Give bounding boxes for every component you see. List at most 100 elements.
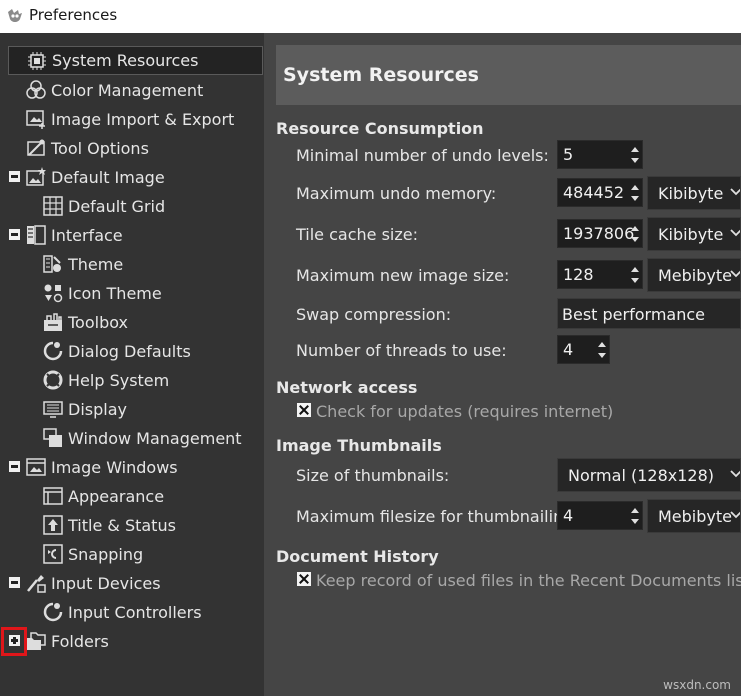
collapse-default-image-toggle[interactable] <box>9 171 20 182</box>
sidebar-item-label: Title & Status <box>68 515 176 535</box>
max-image-size-label: Maximum new image size: <box>296 266 510 285</box>
image-import-icon <box>26 110 45 129</box>
check-updates-label[interactable]: Check for updates (requires internet) <box>316 402 613 421</box>
decrement-arrow-icon[interactable] <box>631 237 639 242</box>
decrement-arrow-icon[interactable] <box>598 353 606 358</box>
chevron-down-icon <box>730 188 740 196</box>
tile-cache-value[interactable]: 1937806 <box>563 224 634 243</box>
display-icon <box>43 401 63 418</box>
sidebar-item-folders[interactable]: Folders <box>25 627 109 655</box>
collapse-input-devices-toggle[interactable] <box>9 577 20 588</box>
sidebar-item-appearance[interactable]: Appearance <box>42 482 164 510</box>
decrement-arrow-icon[interactable] <box>631 196 639 201</box>
tool-options-icon <box>27 139 45 156</box>
swap-compression-select[interactable]: Best performance <box>557 298 741 329</box>
keep-record-checkbox[interactable] <box>297 572 311 586</box>
sidebar-item-icon-theme[interactable]: Icon Theme <box>42 279 162 307</box>
sidebar-item-window-management[interactable]: Window Management <box>42 424 242 452</box>
gimp-logo-icon <box>8 9 22 22</box>
tile-cache-spinner[interactable]: 1937806 <box>557 219 643 248</box>
sidebar-item-display[interactable]: Display <box>42 395 127 423</box>
increment-arrow-icon[interactable] <box>631 508 639 513</box>
sidebar-item-label: Image Import & Export <box>51 109 235 129</box>
max-image-size-spinner[interactable]: 128 <box>557 260 643 289</box>
sidebar-item-image-import-export[interactable]: Image Import & Export <box>25 105 234 133</box>
max-thumbnail-filesize-label: Maximum filesize for thumbnailing: <box>296 507 579 526</box>
sidebar-item-interface[interactable]: Interface <box>25 221 123 249</box>
sidebar-item-label: Default Image <box>51 167 165 187</box>
sidebar-item-tool-options[interactable]: Tool Options <box>25 134 149 162</box>
snapping-icon <box>43 544 63 564</box>
decrement-arrow-icon[interactable] <box>631 278 639 283</box>
window-title: Preferences <box>29 6 118 24</box>
undo-levels-label: Minimal number of undo levels: <box>296 146 549 165</box>
appearance-icon <box>43 487 63 505</box>
spinner-arrows[interactable] <box>628 179 642 206</box>
max-thumbnail-filesize-unit: Mebibyte <box>658 507 732 526</box>
thumbnail-size-select[interactable]: Normal (128x128) <box>557 458 741 492</box>
sidebar-item-label: Folders <box>51 631 109 651</box>
undo-memory-value[interactable]: 484452 <box>563 183 624 202</box>
sidebar-item-snapping[interactable]: Snapping <box>42 540 143 568</box>
chevron-down-icon <box>730 511 740 519</box>
sidebar-item-label: Icon Theme <box>68 283 162 303</box>
window-management-icon <box>43 428 62 447</box>
max-thumbnail-filesize-spinner[interactable]: 4 <box>557 501 643 530</box>
sidebar-item-help-system[interactable]: Help System <box>42 366 169 394</box>
expand-folders-toggle[interactable] <box>9 635 20 646</box>
increment-arrow-icon[interactable] <box>631 267 639 272</box>
sidebar-item-image-windows[interactable]: Image Windows <box>25 453 178 481</box>
sidebar-item-default-image[interactable]: Default Image <box>25 163 165 191</box>
max-image-size-unit-select[interactable]: Mebibyte <box>647 258 741 292</box>
undo-memory-spinner[interactable]: 484452 <box>557 178 643 207</box>
max-thumbnail-filesize-unit-select[interactable]: Mebibyte <box>647 499 741 533</box>
sidebar-item-label: Snapping <box>68 544 144 564</box>
increment-arrow-icon[interactable] <box>631 147 639 152</box>
undo-memory-unit: Kibibyte <box>658 184 724 203</box>
decrement-arrow-icon[interactable] <box>631 158 639 163</box>
spinner-arrows[interactable] <box>628 220 642 247</box>
undo-levels-spinner[interactable]: 5 <box>557 140 643 169</box>
sidebar-item-theme[interactable]: Theme <box>42 250 123 278</box>
swap-compression-label: Swap compression: <box>296 305 452 324</box>
increment-arrow-icon[interactable] <box>631 226 639 231</box>
max-image-size-value[interactable]: 128 <box>563 265 594 284</box>
check-updates-checkbox[interactable] <box>297 403 311 417</box>
spinner-arrows[interactable] <box>628 141 642 168</box>
sidebar-item-toolbox[interactable]: Toolbox <box>42 308 128 336</box>
watermark: wsxdn.com <box>663 678 731 692</box>
sidebar-item-label: Tool Options <box>51 138 149 158</box>
tile-cache-label: Tile cache size: <box>296 225 418 244</box>
collapse-image-windows-toggle[interactable] <box>9 461 20 472</box>
increment-arrow-icon[interactable] <box>598 342 606 347</box>
spinner-arrows[interactable] <box>628 261 642 288</box>
sidebar-item-label: Display <box>68 399 127 419</box>
sidebar-item-label: System Resources <box>52 51 199 70</box>
sidebar-item-dialog-defaults[interactable]: Dialog Defaults <box>42 337 191 365</box>
sidebar-item-input-devices[interactable]: Input Devices <box>25 569 161 597</box>
sidebar-item-system-resources[interactable]: System Resources <box>8 46 263 75</box>
grid-icon <box>43 196 63 216</box>
sidebar-item-default-grid[interactable]: Default Grid <box>42 192 165 220</box>
increment-arrow-icon[interactable] <box>631 185 639 190</box>
tile-cache-unit-select[interactable]: Kibibyte <box>647 217 741 251</box>
image-windows-icon <box>26 458 46 476</box>
section-document-history: Document History <box>276 547 439 566</box>
undo-levels-value[interactable]: 5 <box>563 145 573 164</box>
keep-record-label[interactable]: Keep record of used files in the Recent … <box>316 571 741 590</box>
threads-spinner[interactable]: 4 <box>557 335 610 364</box>
spinner-arrows[interactable] <box>628 502 642 529</box>
thumbnail-size-label: Size of thumbnails: <box>296 466 450 485</box>
sidebar-item-color-management[interactable]: Color Management <box>25 76 203 104</box>
spinner-arrows[interactable] <box>595 336 609 363</box>
sidebar-item-label: Dialog Defaults <box>68 341 191 361</box>
collapse-interface-toggle[interactable] <box>9 229 20 240</box>
chevron-down-icon <box>730 270 740 278</box>
decrement-arrow-icon[interactable] <box>631 519 639 524</box>
sidebar-item-title-status[interactable]: Title & Status <box>42 511 176 539</box>
undo-memory-unit-select[interactable]: Kibibyte <box>647 176 741 210</box>
sidebar-item-label: Window Management <box>68 428 242 448</box>
sidebar-item-input-controllers[interactable]: Input Controllers <box>42 598 202 626</box>
max-thumbnail-filesize-value[interactable]: 4 <box>563 506 573 525</box>
threads-value[interactable]: 4 <box>563 340 573 359</box>
